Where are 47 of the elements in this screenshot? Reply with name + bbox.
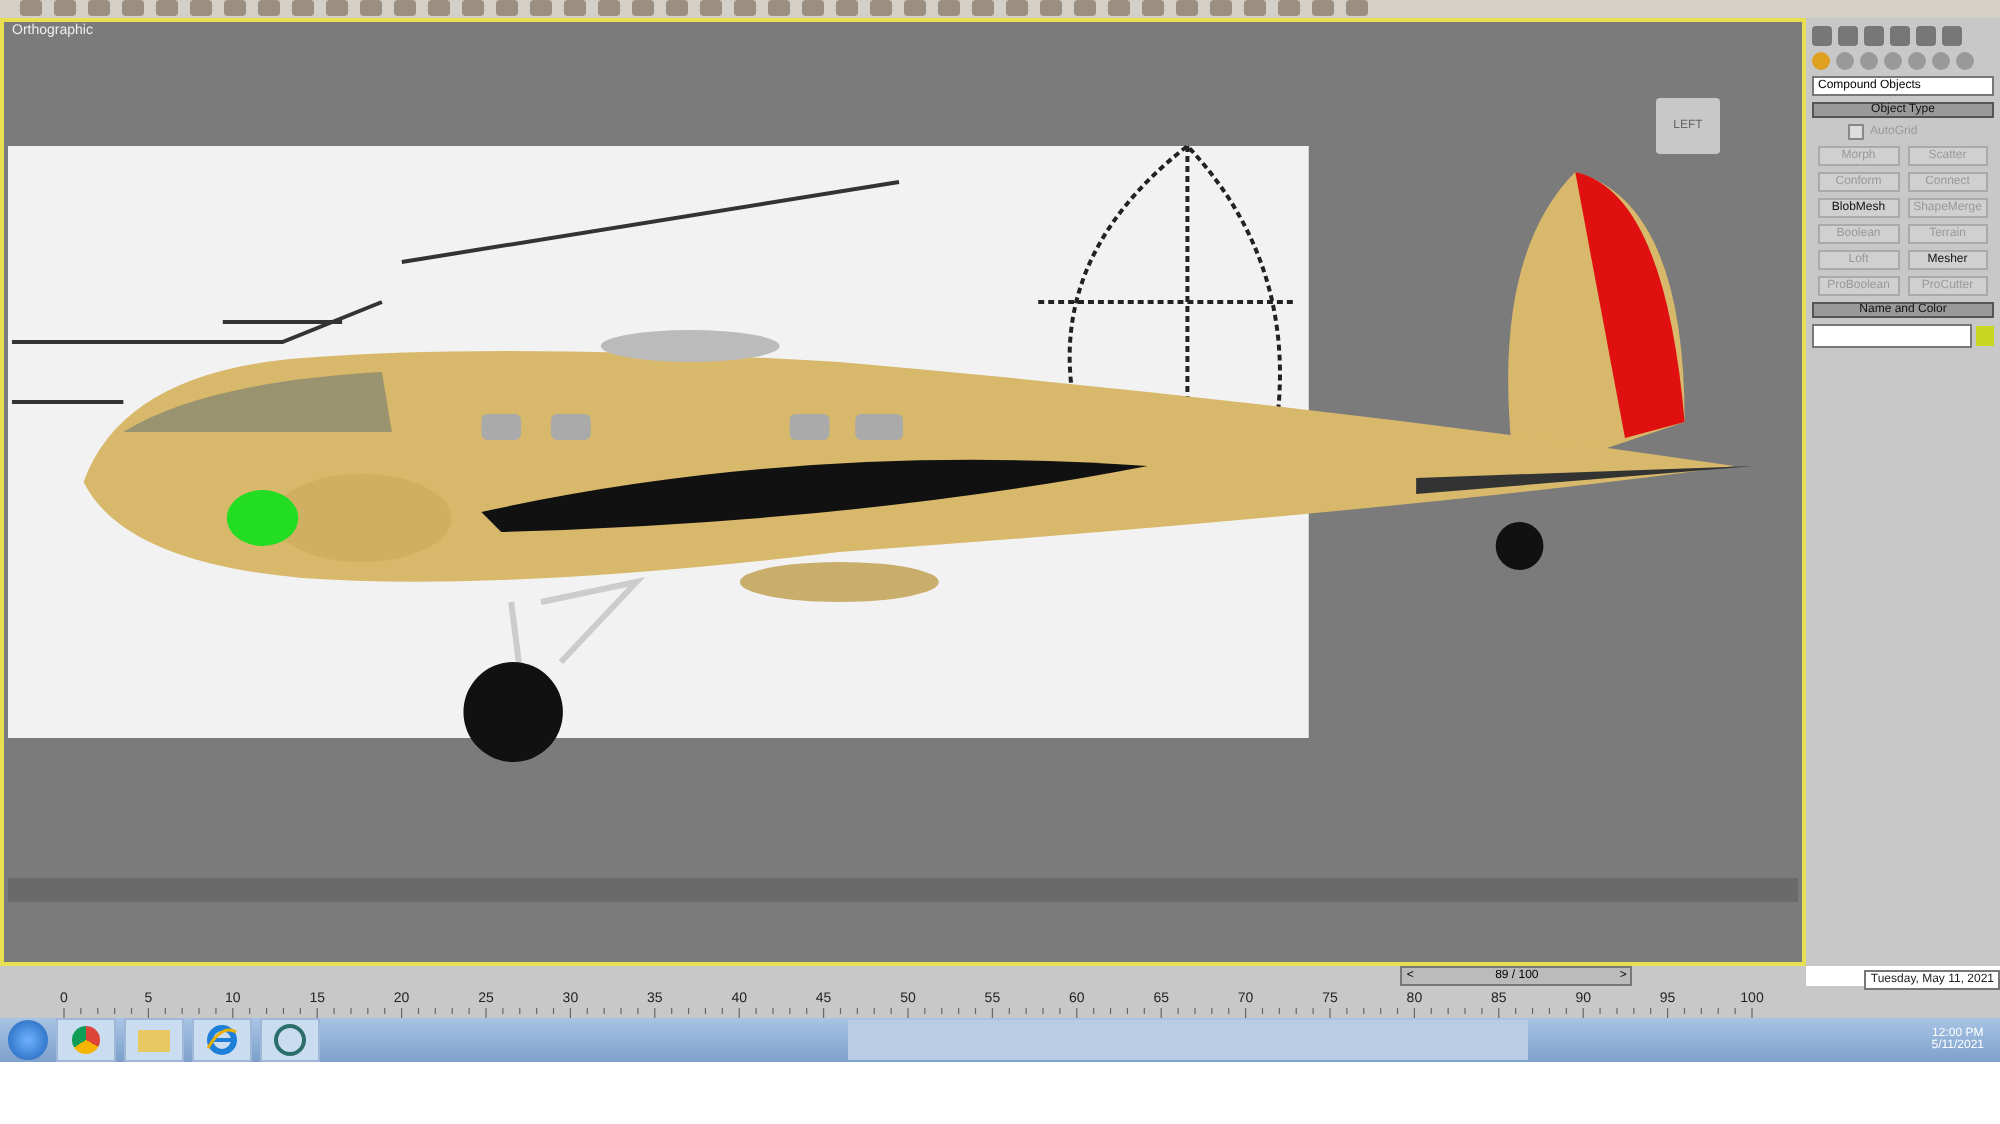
toolbar-icon[interactable] (394, 0, 416, 16)
color-swatch[interactable] (1976, 326, 1994, 346)
toolbar-icon[interactable] (666, 0, 688, 16)
toolbar-icon[interactable] (1040, 0, 1062, 16)
toolbar-icon[interactable] (802, 0, 824, 16)
toolbar-icon[interactable] (1176, 0, 1198, 16)
browser-icon[interactable] (192, 1018, 252, 1062)
toolbar-icon[interactable] (1244, 0, 1266, 16)
toolbar-icon[interactable] (1142, 0, 1164, 16)
toolbar-icon[interactable] (768, 0, 790, 16)
toolbar-icon[interactable] (292, 0, 314, 16)
toolbar-icon[interactable] (360, 0, 382, 16)
start-button[interactable] (8, 1020, 48, 1060)
toolbar-icon[interactable] (1278, 0, 1300, 16)
toolbar-icon[interactable] (632, 0, 654, 16)
toolbar-icon[interactable] (190, 0, 212, 16)
toolbar-icon[interactable] (1312, 0, 1334, 16)
toolbar-icon[interactable] (258, 0, 280, 16)
toolbar-icon[interactable] (972, 0, 994, 16)
toolbar-icon[interactable] (20, 0, 42, 16)
toolbar-icon[interactable] (870, 0, 892, 16)
toolbar-icon[interactable] (1074, 0, 1096, 16)
toolbar-icon[interactable] (904, 0, 926, 16)
toolbar-icon[interactable] (564, 0, 586, 16)
name-field[interactable] (1812, 324, 1972, 348)
toolbar-icon[interactable] (700, 0, 722, 16)
toolbar-icon[interactable] (462, 0, 484, 16)
toolbar-icon[interactable] (598, 0, 620, 16)
toolbar-icon[interactable] (836, 0, 858, 16)
toolbar-icon[interactable] (1210, 0, 1232, 16)
toolbar-icon[interactable] (938, 0, 960, 16)
toolbar-icon[interactable] (224, 0, 246, 16)
toolbar-icon[interactable] (1006, 0, 1028, 16)
toolbar-icon[interactable] (156, 0, 178, 16)
toolbar-icon[interactable] (428, 0, 450, 16)
toolbar-icon[interactable] (54, 0, 76, 16)
toolbar-icon[interactable] (530, 0, 552, 16)
browser-icon[interactable] (56, 1018, 116, 1062)
app-icon[interactable] (260, 1018, 320, 1062)
toolbar-icon[interactable] (326, 0, 348, 16)
toolbar-icon[interactable] (122, 0, 144, 16)
toolbar-icon[interactable] (1108, 0, 1130, 16)
toolbar-icon[interactable] (88, 0, 110, 16)
toolbar-icon[interactable] (1346, 0, 1368, 16)
toolbar-icon[interactable] (734, 0, 756, 16)
toolbar-icon[interactable] (496, 0, 518, 16)
folder-icon[interactable] (124, 1018, 184, 1062)
